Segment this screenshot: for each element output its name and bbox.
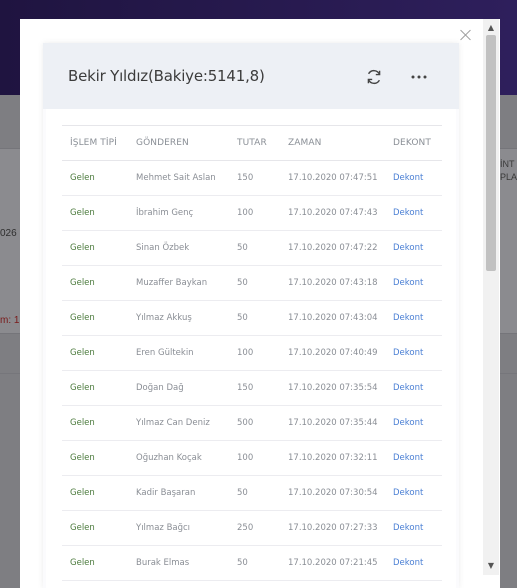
amount: 100 <box>237 348 254 358</box>
receipt-link[interactable]: Dekont <box>385 511 442 546</box>
scroll-up-arrow-icon[interactable]: ▲ <box>483 21 499 35</box>
timestamp: 17.10.2020 07:35:44 <box>288 418 378 428</box>
transaction-type: Gelen <box>70 208 95 218</box>
sender-name: Muzaffer Baykan <box>136 278 208 288</box>
transaction-type: Gelen <box>70 418 95 428</box>
more-horizontal-icon <box>411 75 427 79</box>
column-header-time: ZAMAN <box>288 138 322 148</box>
receipt-link[interactable]: Dekont <box>385 196 442 231</box>
receipt-link[interactable]: Dekont <box>385 406 442 441</box>
table-row: Gelen Burak Elmas 50 17.10.2020 07:21:45 Dek… <box>62 546 442 581</box>
transactions-table: İŞLEM TİPİ GÖNDEREN TUTAR ZAMAN DEKONT G… <box>62 125 442 581</box>
background-header-line: PLA <box>500 172 517 182</box>
receipt-link[interactable]: Dekont <box>385 301 442 336</box>
transactions-table-container: İŞLEM TİPİ GÖNDEREN TUTAR ZAMAN DEKONT G… <box>46 109 456 588</box>
timestamp: 17.10.2020 07:27:33 <box>288 523 378 533</box>
table-row: Gelen Yılmaz Akkuş 50 17.10.2020 07:43:04 De… <box>62 301 442 336</box>
table-row: Gelen Doğan Dağ 150 17.10.2020 07:35:54 Deko… <box>62 371 442 406</box>
timestamp: 17.10.2020 07:47:43 <box>288 208 378 218</box>
receipt-link[interactable]: Dekont <box>385 476 442 511</box>
amount: 250 <box>237 523 254 533</box>
amount: 100 <box>237 453 254 463</box>
timestamp: 17.10.2020 07:43:18 <box>288 278 378 288</box>
sender-name: Yılmaz Can Deniz <box>136 418 210 428</box>
transaction-type: Gelen <box>70 173 95 183</box>
receipt-link[interactable]: Dekont <box>385 266 442 301</box>
scrollbar-thumb[interactable] <box>486 35 496 271</box>
sender-name: Burak Elmas <box>136 558 190 568</box>
receipt-link[interactable]: Dekont <box>385 441 442 476</box>
refresh-icon <box>367 69 381 85</box>
amount: 50 <box>237 488 248 498</box>
table-row: Gelen Kadir Başaran 50 17.10.2020 07:30:54 D… <box>62 476 442 511</box>
background-number-fragment: 026 <box>0 228 17 239</box>
user-transactions-card: Bekir Yıldız(Bakiye:5141,8) İŞLEM TİPİ G… <box>43 43 459 588</box>
sender-name: Eren Gültekin <box>136 348 194 358</box>
transaction-type: Gelen <box>70 313 95 323</box>
column-header-receipt: DEKONT <box>393 138 431 148</box>
transaction-type: Gelen <box>70 348 95 358</box>
sender-name: Kadir Başaran <box>136 488 196 498</box>
table-row: Gelen Muzaffer Baykan 50 17.10.2020 07:43:1… <box>62 266 442 301</box>
table-row: Gelen Oğuzhan Koçak 100 17.10.2020 07:32:11… <box>62 441 442 476</box>
table-row: Gelen Eren Gültekin 100 17.10.2020 07:40:49… <box>62 336 442 371</box>
amount: 50 <box>237 313 248 323</box>
receipt-link[interactable]: Dekont <box>385 231 442 266</box>
sender-name: Yılmaz Akkuş <box>136 313 192 323</box>
transaction-type: Gelen <box>70 278 95 288</box>
column-header-type: İŞLEM TİPİ <box>70 138 117 148</box>
amount: 50 <box>237 278 248 288</box>
timestamp: 17.10.2020 07:35:54 <box>288 383 378 393</box>
background-header-line: İNT <box>500 159 515 169</box>
table-row: Gelen İbrahim Genç 100 17.10.2020 07:47:43 D… <box>62 196 442 231</box>
more-options-button[interactable] <box>408 67 430 87</box>
card-title: Bekir Yıldız(Bakiye:5141,8) <box>68 67 265 85</box>
amount: 150 <box>237 383 254 393</box>
table-row: Gelen Mehmet Sait Aslan 150 17.10.2020 07:4… <box>62 161 442 196</box>
sender-name: Oğuzhan Koçak <box>136 453 202 463</box>
background-column-header: İNT PLA <box>500 158 517 184</box>
amount: 500 <box>237 418 254 428</box>
timestamp: 17.10.2020 07:43:04 <box>288 313 378 323</box>
transaction-type: Gelen <box>70 558 95 568</box>
transaction-type: Gelen <box>70 488 95 498</box>
transaction-type: Gelen <box>70 453 95 463</box>
sender-name: Mehmet Sait Aslan <box>136 173 216 183</box>
sender-name: Yılmaz Bağcı <box>136 523 191 533</box>
close-icon[interactable] <box>459 28 473 42</box>
table-row: Gelen Yılmaz Bağcı 250 17.10.2020 07:27:33 D… <box>62 511 442 546</box>
timestamp: 17.10.2020 07:32:11 <box>288 453 378 463</box>
amount: 50 <box>237 558 248 568</box>
transaction-type: Gelen <box>70 243 95 253</box>
refresh-button[interactable] <box>364 67 384 87</box>
modal-scrollbar[interactable]: ▲ ▼ <box>483 19 499 575</box>
column-header-amount: TUTAR <box>237 138 267 148</box>
amount: 150 <box>237 173 254 183</box>
receipt-link[interactable]: Dekont <box>385 161 442 196</box>
sender-name: Sinan Özbek <box>136 243 190 253</box>
sender-name: İbrahim Genç <box>136 208 194 218</box>
amount: 50 <box>237 243 248 253</box>
transaction-type: Gelen <box>70 383 95 393</box>
timestamp: 17.10.2020 07:21:45 <box>288 558 378 568</box>
sender-name: Doğan Dağ <box>136 383 184 393</box>
table-row: Gelen Sinan Özbek 50 17.10.2020 07:47:22 Dek… <box>62 231 442 266</box>
background-red-fragment: m: 1 <box>0 315 20 326</box>
timestamp: 17.10.2020 07:40:49 <box>288 348 378 358</box>
amount: 100 <box>237 208 254 218</box>
table-header-row: İŞLEM TİPİ GÖNDEREN TUTAR ZAMAN DEKONT <box>62 125 442 161</box>
timestamp: 17.10.2020 07:47:51 <box>288 173 378 183</box>
receipt-link[interactable]: Dekont <box>385 336 442 371</box>
receipt-link[interactable]: Dekont <box>385 546 442 581</box>
timestamp: 17.10.2020 07:30:54 <box>288 488 378 498</box>
table-row: Gelen Yılmaz Can Deniz 500 17.10.2020 07:35… <box>62 406 442 441</box>
scroll-down-arrow-icon[interactable]: ▼ <box>483 559 499 573</box>
card-header: Bekir Yıldız(Bakiye:5141,8) <box>43 43 459 109</box>
column-header-sender: GÖNDEREN <box>136 138 189 148</box>
table-body: Gelen Mehmet Sait Aslan 150 17.10.2020 07:4… <box>62 161 442 581</box>
timestamp: 17.10.2020 07:47:22 <box>288 243 378 253</box>
receipt-link[interactable]: Dekont <box>385 371 442 406</box>
transaction-type: Gelen <box>70 523 95 533</box>
